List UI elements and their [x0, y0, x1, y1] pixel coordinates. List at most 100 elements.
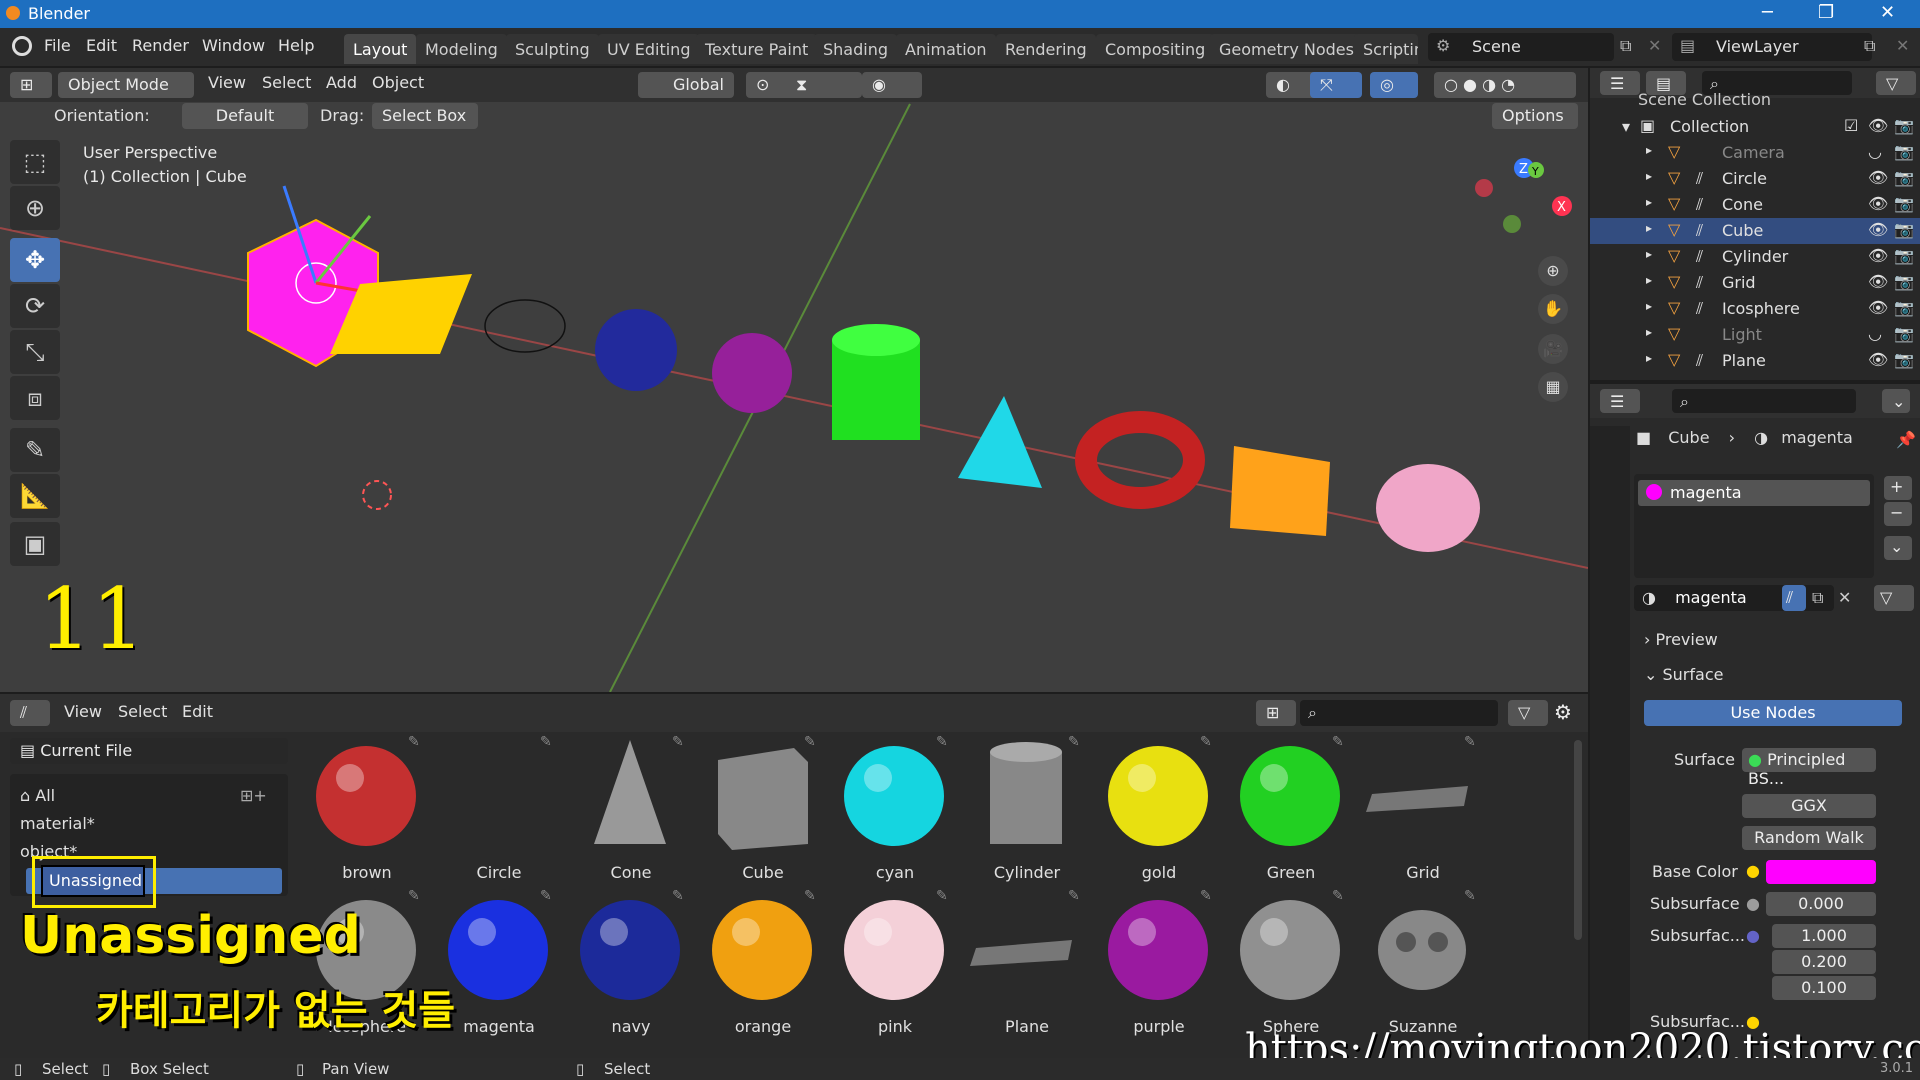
- render-camera-icon[interactable]: 📷: [1894, 324, 1914, 343]
- asset-item[interactable]: ✎ Cube: [698, 732, 828, 882]
- asset-menu-select[interactable]: Select: [118, 702, 167, 721]
- move-tool-icon[interactable]: ✥: [10, 238, 60, 282]
- render-camera-icon[interactable]: 📷: [1894, 220, 1914, 239]
- surface-section-header[interactable]: ⌄ Surface: [1644, 665, 1723, 684]
- scale-tool-icon[interactable]: ⤡: [10, 330, 60, 374]
- editor-type-icon[interactable]: ⊞: [10, 72, 52, 98]
- eye-icon[interactable]: 👁: [1868, 350, 1888, 369]
- menu-window[interactable]: Window: [202, 36, 265, 55]
- maximize-icon[interactable]: ❐: [1818, 2, 1834, 23]
- edit-asset-icon[interactable]: ✎: [936, 888, 948, 904]
- edit-asset-icon[interactable]: ✎: [804, 888, 816, 904]
- surface-shader-select[interactable]: ● Principled BS...: [1742, 748, 1876, 788]
- tab-layout[interactable]: Layout: [344, 34, 417, 64]
- transform-orientation-select[interactable]: Global: [638, 72, 734, 98]
- eye-icon[interactable]: 👁: [1868, 168, 1888, 187]
- asset-item[interactable]: ✎ navy: [566, 886, 696, 1036]
- rotate-tool-icon[interactable]: ⟳: [10, 284, 60, 328]
- eye-icon[interactable]: ◡: [1868, 324, 1882, 343]
- edit-asset-icon[interactable]: ✎: [1332, 888, 1344, 904]
- edit-asset-icon[interactable]: ✎: [1200, 734, 1212, 750]
- render-camera-icon[interactable]: 📷: [1894, 350, 1914, 369]
- vector-socket-icon[interactable]: ●: [1746, 926, 1760, 945]
- measure-tool-icon[interactable]: 📐: [10, 474, 60, 518]
- new-catalog-icon[interactable]: ⊞+: [240, 786, 267, 805]
- asset-item[interactable]: ✎ Grid: [1358, 732, 1488, 882]
- eye-icon[interactable]: 👁: [1868, 116, 1888, 135]
- minimize-icon[interactable]: ─: [1762, 2, 1773, 23]
- pin-icon[interactable]: 📌: [1896, 430, 1916, 449]
- expand-icon[interactable]: ▸: [1646, 247, 1652, 261]
- tab-geometry-nodes[interactable]: Geometry Nodes: [1210, 34, 1363, 64]
- overlay-toggle-icon[interactable]: ◎: [1370, 72, 1418, 98]
- eye-icon[interactable]: ◡: [1868, 142, 1882, 161]
- tab-scripting[interactable]: Scriptin: [1354, 34, 1418, 64]
- outliner-row-collection[interactable]: ▾ ▣ Collection ☑ 👁 📷: [1590, 114, 1920, 140]
- preview-section-header[interactable]: › Preview: [1644, 630, 1718, 649]
- tab-modeling[interactable]: Modeling: [416, 34, 507, 64]
- new-scene-icon[interactable]: ⧉: [1620, 36, 1631, 56]
- properties-editor-icon[interactable]: ☰: [1600, 389, 1640, 413]
- subsurface-radius-z[interactable]: 0.100: [1772, 976, 1876, 1000]
- properties-search-input[interactable]: ⌕: [1672, 389, 1856, 413]
- outliner-row[interactable]: ▸ ▽ ⫽ Cone 👁 📷: [1590, 192, 1920, 218]
- use-nodes-button[interactable]: Use Nodes: [1644, 700, 1902, 726]
- viewport-menu-select[interactable]: Select: [262, 73, 311, 92]
- render-camera-icon[interactable]: 📷: [1894, 116, 1914, 135]
- tab-animation[interactable]: Animation: [896, 34, 996, 64]
- viewport-menu-add[interactable]: Add: [326, 73, 357, 92]
- menu-help[interactable]: Help: [278, 36, 314, 55]
- edit-asset-icon[interactable]: ✎: [1332, 734, 1344, 750]
- zoom-icon[interactable]: ⊕: [1538, 256, 1568, 286]
- edit-asset-icon[interactable]: ✎: [540, 734, 552, 750]
- blender-menu-icon[interactable]: [12, 36, 32, 56]
- transform-tool-icon[interactable]: ⧈: [10, 376, 60, 420]
- subsurface-method-select[interactable]: Random Walk: [1742, 826, 1876, 850]
- scene-selector[interactable]: ⚙ Scene: [1428, 33, 1614, 61]
- annotate-tool-icon[interactable]: ✎: [10, 428, 60, 472]
- ortho-grid-icon[interactable]: ▦: [1538, 372, 1568, 402]
- subsurface-radius-y[interactable]: 0.200: [1772, 950, 1876, 974]
- expand-icon[interactable]: ▸: [1646, 221, 1652, 235]
- asset-filter-icon[interactable]: ▽: [1508, 700, 1548, 726]
- asset-editor-type-icon[interactable]: ⫽: [10, 700, 50, 726]
- remove-slot-icon[interactable]: −: [1884, 502, 1912, 526]
- view-layer-selector[interactable]: ▤ ViewLayer: [1672, 33, 1872, 61]
- shading-mode-icons[interactable]: ○ ● ◑ ◔: [1434, 72, 1576, 98]
- mode-selector[interactable]: Object Mode: [58, 72, 194, 98]
- render-camera-icon[interactable]: 📷: [1894, 168, 1914, 187]
- edit-asset-icon[interactable]: ✎: [672, 888, 684, 904]
- expand-icon[interactable]: ▸: [1646, 143, 1652, 157]
- distribution-select[interactable]: GGX: [1742, 794, 1876, 818]
- base-color-swatch[interactable]: [1766, 860, 1876, 884]
- orientation-select[interactable]: Default: [182, 103, 308, 129]
- gizmo-toggle-icon[interactable]: ⤧: [1310, 72, 1362, 98]
- asset-item[interactable]: ✎ gold: [1094, 732, 1224, 882]
- outliner-row[interactable]: ▸ ▽ ⫽ Cylinder 👁 📷: [1590, 244, 1920, 270]
- catalog-material[interactable]: material*: [20, 814, 95, 833]
- asset-item[interactable]: ✎ Sphere: [1226, 886, 1356, 1036]
- render-camera-icon[interactable]: 📷: [1894, 194, 1914, 213]
- asset-item[interactable]: ✎ Green: [1226, 732, 1356, 882]
- edit-asset-icon[interactable]: ✎: [936, 734, 948, 750]
- eye-icon[interactable]: 👁: [1868, 194, 1888, 213]
- outliner-row[interactable]: ▸ ▽ ⫽ Cube 👁 📷: [1590, 218, 1920, 244]
- asset-item[interactable]: ✎ Cylinder: [962, 732, 1092, 882]
- cursor-tool-icon[interactable]: ⊕: [10, 186, 60, 230]
- snap-icon[interactable]: ⧗: [786, 72, 862, 98]
- render-camera-icon[interactable]: 📷: [1894, 246, 1914, 265]
- asset-library-select[interactable]: ▤ Current File: [10, 738, 288, 764]
- material-slot[interactable]: magenta: [1638, 480, 1870, 506]
- 3d-viewport[interactable]: [0, 68, 1588, 692]
- edit-asset-icon[interactable]: ✎: [408, 734, 420, 750]
- delete-scene-icon[interactable]: ✕: [1648, 36, 1661, 55]
- fake-user-icon[interactable]: ⫽: [1782, 585, 1806, 611]
- edit-asset-icon[interactable]: ✎: [1068, 888, 1080, 904]
- settings-gear-icon[interactable]: ⚙: [1554, 700, 1572, 724]
- edit-asset-icon[interactable]: ✎: [1464, 734, 1476, 750]
- asset-item[interactable]: ✎ Plane: [962, 886, 1092, 1036]
- edit-asset-icon[interactable]: ✎: [804, 734, 816, 750]
- expand-icon[interactable]: ▸: [1646, 273, 1652, 287]
- subsurface-socket-icon[interactable]: ●: [1746, 894, 1760, 913]
- delete-view-layer-icon[interactable]: ✕: [1896, 36, 1909, 55]
